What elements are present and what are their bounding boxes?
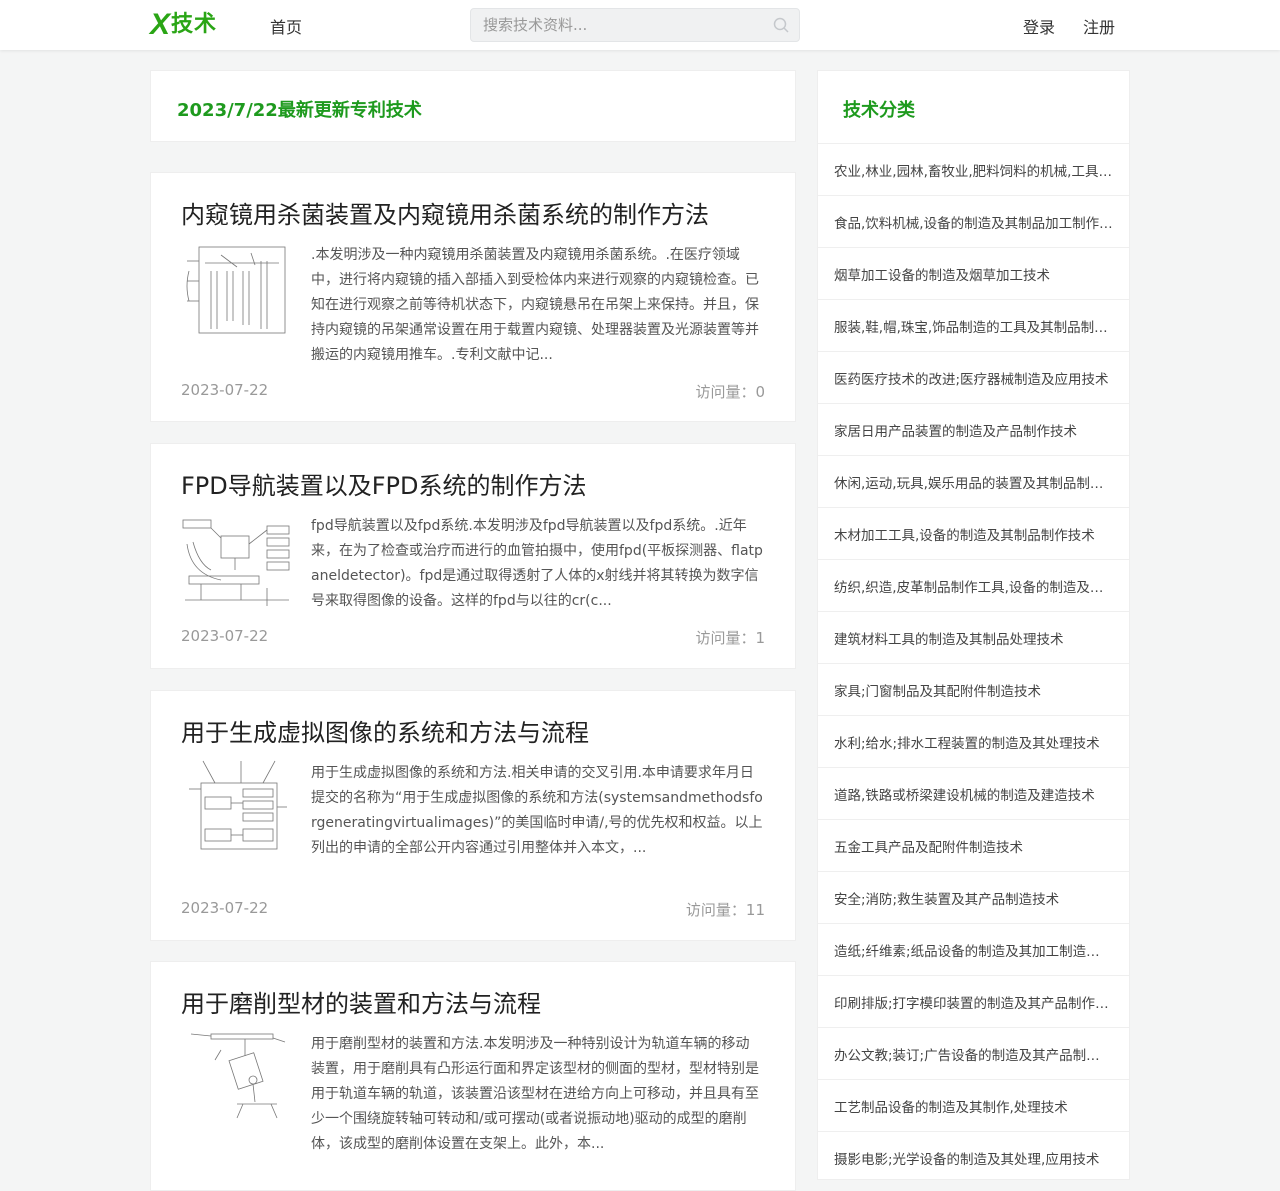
category-label[interactable]: 安全;消防;救生装置及其产品制造技术 xyxy=(834,888,1113,908)
category-item[interactable]: 木材加工工具,设备的制造及其制品制作技术 xyxy=(818,507,1129,559)
article-thumbnail[interactable] xyxy=(181,1030,293,1126)
article-thumbnail[interactable] xyxy=(181,241,293,337)
article-views: 访问量：0 xyxy=(695,383,765,401)
category-label[interactable]: 家具;门窗制品及其配附件制造技术 xyxy=(834,680,1113,700)
category-item[interactable]: 造纸;纤维素;纸品设备的制造及其加工制造技术 xyxy=(818,923,1129,975)
logo-text: 技术 xyxy=(171,12,218,37)
category-sidebar: 技术分类 农业,林业,园林,畜牧业,肥料饲料的机械,工具制造及其应用技术 食品,… xyxy=(817,70,1130,1180)
article-card: FPD导航装置以及FPD系统的制作方法 fpd导航装置以及fpd系统.本发明涉及… xyxy=(150,443,796,669)
date-heading-box: 2023/7/22最新更新专利技术 xyxy=(150,70,796,142)
category-item[interactable]: 医药医疗技术的改进;医疗器械制造及应用技术 xyxy=(818,351,1129,403)
article-date: 2023-07-22 xyxy=(181,627,269,645)
article-title[interactable]: 用于磨削型材的装置和方法与流程 xyxy=(181,984,541,1019)
category-item[interactable]: 服装,鞋,帽,珠宝,饰品制造的工具及其制品制作技术 xyxy=(818,299,1129,351)
login-link[interactable]: 登录 xyxy=(1023,14,1055,38)
category-item[interactable]: 家具;门窗制品及其配附件制造技术 xyxy=(818,663,1129,715)
article-description: 用于磨削型材的装置和方法.本发明涉及一种特别设计为轨道车辆的移动装置，用于磨削具… xyxy=(311,1036,759,1152)
category-item[interactable]: 烟草加工设备的制造及烟草加工技术 xyxy=(818,247,1129,299)
category-item[interactable]: 摄影电影;光学设备的制造及其处理,应用技术 xyxy=(818,1131,1129,1183)
category-list: 农业,林业,园林,畜牧业,肥料饲料的机械,工具制造及其应用技术 食品,饮料机械,… xyxy=(818,143,1129,1183)
category-label[interactable]: 纺织,织造,皮革制品制作工具,设备的制造及其制品制作技术 xyxy=(834,576,1113,596)
category-item[interactable]: 办公文教;装订;广告设备的制造及其产品制作技术 xyxy=(818,1027,1129,1079)
site-logo[interactable]: X 技术 xyxy=(150,9,217,41)
logo-mark: X xyxy=(150,8,171,41)
category-item[interactable]: 家居日用产品装置的制造及产品制作技术 xyxy=(818,403,1129,455)
category-item[interactable]: 道路,铁路或桥梁建设机械的制造及建造技术 xyxy=(818,767,1129,819)
date-heading: 2023/7/22最新更新专利技术 xyxy=(177,100,422,121)
article-thumbnail[interactable] xyxy=(181,514,293,610)
category-label[interactable]: 摄影电影;光学设备的制造及其处理,应用技术 xyxy=(834,1148,1113,1168)
category-label[interactable]: 五金工具产品及配附件制造技术 xyxy=(834,836,1113,856)
category-label[interactable]: 木材加工工具,设备的制造及其制品制作技术 xyxy=(834,524,1113,544)
article-description: .本发明涉及一种内窥镜用杀菌装置及内窥镜用杀菌系统。.在医疗领域中，进行将内窥镜… xyxy=(311,247,759,363)
search-icon[interactable] xyxy=(773,17,789,33)
category-item[interactable]: 工艺制品设备的制造及其制作,处理技术 xyxy=(818,1079,1129,1131)
category-item[interactable]: 五金工具产品及配附件制造技术 xyxy=(818,819,1129,871)
category-label[interactable]: 办公文教;装订;广告设备的制造及其产品制作技术 xyxy=(834,1044,1113,1064)
article-title[interactable]: FPD导航装置以及FPD系统的制作方法 xyxy=(181,466,587,501)
article-title[interactable]: 内窥镜用杀菌装置及内窥镜用杀菌系统的制作方法 xyxy=(181,195,709,230)
category-label[interactable]: 农业,林业,园林,畜牧业,肥料饲料的机械,工具制造及其应用技术 xyxy=(834,160,1113,180)
category-label[interactable]: 建筑材料工具的制造及其制品处理技术 xyxy=(834,628,1113,648)
article-date: 2023-07-22 xyxy=(181,899,269,917)
category-item[interactable]: 农业,林业,园林,畜牧业,肥料饲料的机械,工具制造及其应用技术 xyxy=(818,143,1129,195)
category-label[interactable]: 烟草加工设备的制造及烟草加工技术 xyxy=(834,264,1113,284)
article-description: fpd导航装置以及fpd系统.本发明涉及fpd导航装置以及fpd系统。.近年来，… xyxy=(311,518,763,609)
category-item[interactable]: 纺织,织造,皮革制品制作工具,设备的制造及其制品制作技术 xyxy=(818,559,1129,611)
search-input[interactable] xyxy=(471,9,751,41)
article-card: 用于生成虚拟图像的系统和方法与流程 用于生成虚拟图像的系统和方法.相关申请的交叉… xyxy=(150,690,796,941)
article-date: 2023-07-22 xyxy=(181,381,269,399)
article-thumbnail[interactable] xyxy=(181,759,293,855)
sidebar-title: 技术分类 xyxy=(843,100,915,121)
article-card: 内窥镜用杀菌装置及内窥镜用杀菌系统的制作方法 .本发明涉及一种内窥镜用杀菌装置及… xyxy=(150,172,796,422)
article-views: 访问量：11 xyxy=(685,901,765,919)
category-item[interactable]: 食品,饮料机械,设备的制造及其制品加工制作,储存技术 xyxy=(818,195,1129,247)
category-item[interactable]: 建筑材料工具的制造及其制品处理技术 xyxy=(818,611,1129,663)
top-navbar: X 技术 首页 登录 注册 xyxy=(0,0,1280,50)
category-item[interactable]: 印刷排版;打字模印装置的制造及其产品制作技术 xyxy=(818,975,1129,1027)
category-label[interactable]: 服装,鞋,帽,珠宝,饰品制造的工具及其制品制作技术 xyxy=(834,316,1113,336)
nav-home-link[interactable]: 首页 xyxy=(270,14,302,38)
category-label[interactable]: 食品,饮料机械,设备的制造及其制品加工制作,储存技术 xyxy=(834,212,1113,232)
article-card: 用于磨削型材的装置和方法与流程 用于磨削型材的装置和方法.本发明涉及一种特别设计… xyxy=(150,961,796,1191)
article-title[interactable]: 用于生成虚拟图像的系统和方法与流程 xyxy=(181,713,589,748)
category-item[interactable]: 休闲,运动,玩具,娱乐用品的装置及其制品制作技术 xyxy=(818,455,1129,507)
category-label[interactable]: 印刷排版;打字模印装置的制造及其产品制作技术 xyxy=(834,992,1113,1012)
register-link[interactable]: 注册 xyxy=(1083,14,1115,38)
category-label[interactable]: 休闲,运动,玩具,娱乐用品的装置及其制品制作技术 xyxy=(834,472,1113,492)
category-item[interactable]: 安全;消防;救生装置及其产品制造技术 xyxy=(818,871,1129,923)
category-label[interactable]: 家居日用产品装置的制造及产品制作技术 xyxy=(834,420,1113,440)
category-label[interactable]: 医药医疗技术的改进;医疗器械制造及应用技术 xyxy=(834,368,1113,388)
category-label[interactable]: 水利;给水;排水工程装置的制造及其处理技术 xyxy=(834,732,1113,752)
category-label[interactable]: 道路,铁路或桥梁建设机械的制造及建造技术 xyxy=(834,784,1113,804)
article-views: 访问量：1 xyxy=(695,629,765,647)
article-description: 用于生成虚拟图像的系统和方法.相关申请的交叉引用.本申请要求年月日提交的名称为“… xyxy=(311,765,763,856)
category-label[interactable]: 工艺制品设备的制造及其制作,处理技术 xyxy=(834,1096,1113,1116)
category-label[interactable]: 造纸;纤维素;纸品设备的制造及其加工制造技术 xyxy=(834,940,1113,960)
category-item[interactable]: 水利;给水;排水工程装置的制造及其处理技术 xyxy=(818,715,1129,767)
search-box xyxy=(470,8,800,42)
